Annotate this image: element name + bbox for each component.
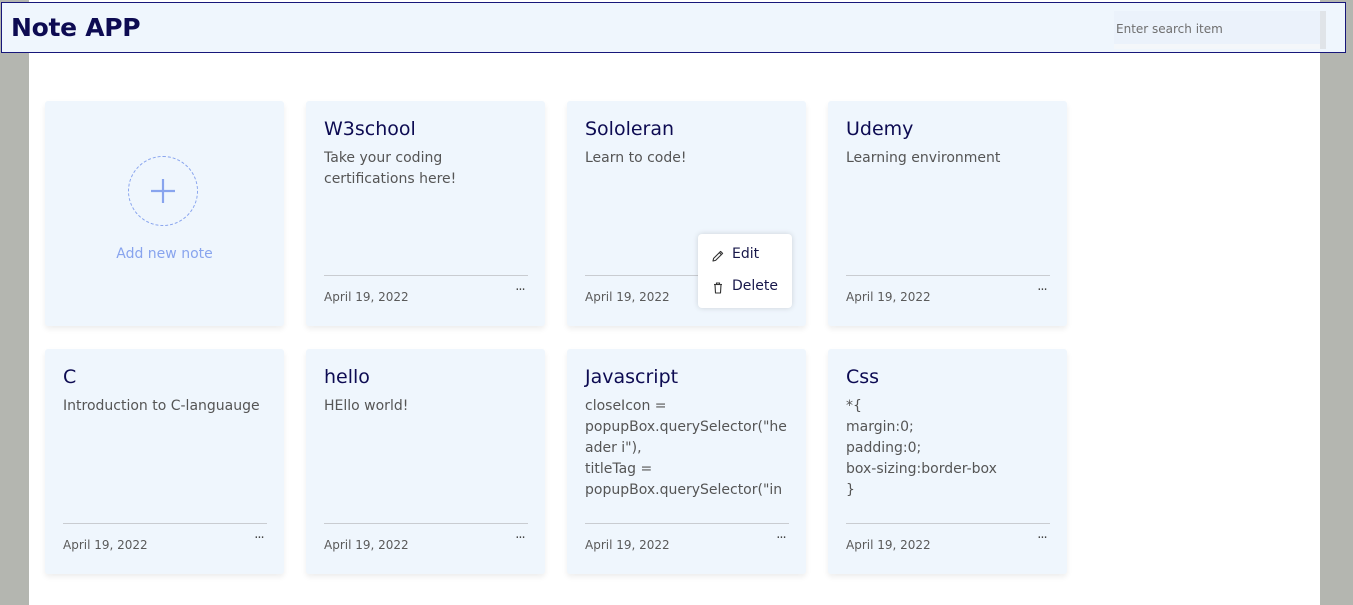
note-description: Introduction to C-languauge [63,398,260,414]
search-box [1114,11,1326,49]
add-note-label: Add new note [116,246,213,262]
note-card: Javascript closeIcon = popupBox.querySel… [567,349,806,574]
note-title: Css [846,366,880,388]
note-title: Sololeran [585,118,675,140]
note-divider [63,523,267,524]
note-description: HEllo world! [324,398,409,414]
add-note-circle[interactable] [128,156,198,226]
note-divider [324,275,528,276]
note-card: Css *{ margin:0; padding:0; box-sizing:b… [828,349,1067,574]
more-options-icon[interactable]: ··· [511,284,529,302]
more-options-icon[interactable]: ··· [772,532,790,550]
note-divider [585,523,789,524]
search-input[interactable] [1114,11,1316,47]
note-date: April 19, 2022 [585,538,670,552]
app-title: Note APP [11,13,141,42]
note-description: *{ margin:0; padding:0; box-sizing:borde… [846,398,997,498]
note-date: April 19, 2022 [324,538,409,552]
note-card: C Introduction to C-languauge April 19, … [45,349,284,574]
note-title: hello [324,366,370,388]
app-header: Note APP [1,2,1346,53]
note-card: Udemy Learning environment April 19, 202… [828,101,1067,326]
note-date: April 19, 2022 [846,538,931,552]
delete-menu-item[interactable]: Delete [698,272,792,302]
window-edge [1320,0,1353,605]
note-divider [846,523,1050,524]
note-title: C [63,366,77,388]
note-description: Take your coding certifications here! [324,150,457,187]
note-date: April 19, 2022 [585,290,670,304]
delete-label: Delete [732,278,778,294]
more-options-icon[interactable]: ··· [1033,532,1051,550]
more-options-icon[interactable]: ··· [1033,284,1051,302]
note-date: April 19, 2022 [324,290,409,304]
note-context-menu: Edit Delete [698,234,792,308]
note-divider [846,275,1050,276]
more-options-icon[interactable]: ··· [511,532,529,550]
edit-menu-item[interactable]: Edit [698,240,792,270]
add-note-card[interactable]: Add new note [45,101,284,326]
pencil-icon [711,248,725,262]
more-options-icon[interactable]: ··· [250,532,268,550]
note-card: hello HEllo world! April 19, 2022 ··· [306,349,545,574]
note-title: W3school [324,118,416,140]
note-description: Learning environment [846,150,1001,166]
note-date: April 19, 2022 [63,538,148,552]
search-underline [1114,44,1320,49]
note-date: April 19, 2022 [846,290,931,304]
note-title: Javascript [585,366,679,388]
note-divider [324,523,528,524]
note-title: Udemy [846,118,914,140]
note-description: closeIcon = popupBox.querySelector("head… [585,398,787,498]
edit-label: Edit [732,246,760,262]
note-card: W3school Take your coding certifications… [306,101,545,326]
trash-icon [711,280,725,294]
